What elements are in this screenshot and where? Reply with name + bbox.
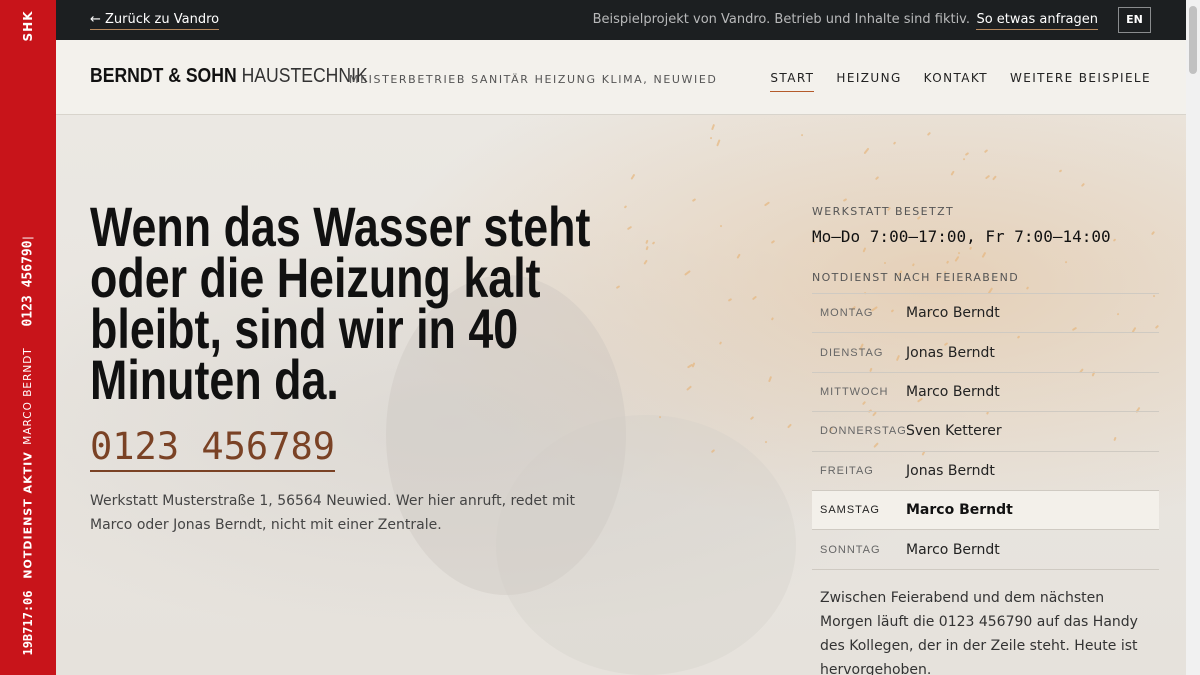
workshop-label: WERKSTATT BESETZT [812, 205, 955, 218]
workshop-hours: Mo–Do 7:00–17:00, Fr 7:00–14:00 [812, 227, 1111, 246]
spark-particle [630, 174, 635, 180]
spark-particle [686, 384, 693, 391]
spark-particle [770, 240, 775, 245]
disclaimer-text: Beispielprojekt von Vandro. Betrieb und … [592, 12, 970, 27]
scrollbar[interactable] [1186, 0, 1200, 675]
schedule-name: Jonas Berndt [906, 462, 995, 479]
hero-headline: Wenn das Wasser steht oder die Heizung k… [90, 195, 591, 411]
spark-particle [651, 241, 656, 246]
spark-particle [892, 141, 897, 146]
schedule-row: SONNTAG Marco Berndt [812, 530, 1159, 570]
oncall-panel: WERKSTATT BESETZT Mo–Do 7:00–17:00, Fr 7… [812, 205, 1159, 675]
schedule-name: Marco Berndt [906, 502, 1013, 519]
spark-particle [644, 239, 649, 245]
spark-particle [710, 123, 715, 131]
spark-particle [715, 139, 721, 146]
spark-particle [615, 284, 621, 289]
nav-heizung[interactable]: HEIZUNG [836, 71, 901, 92]
brand-logo[interactable]: BERNDT & SOHN HAUSTECHNIK [90, 65, 368, 88]
notdienst-label: NOTDIENST NACH FEIERABEND [812, 271, 1020, 284]
spark-particle [710, 136, 714, 140]
schedule-row: DIENSTAG Jonas Berndt [812, 333, 1159, 373]
schedule-row: DONNERSTAG Sven Ketterer [812, 412, 1159, 452]
spark-particle [842, 197, 847, 202]
language-button[interactable]: EN [1118, 7, 1151, 33]
spark-particle [691, 197, 697, 202]
spark-particle [984, 174, 991, 180]
schedule-name: Marco Berndt [906, 383, 1000, 400]
rail-status: NOTDIENST AKTIV [21, 451, 35, 579]
rail-phone-number: 0123 456790 [20, 240, 36, 327]
spark-particle [949, 170, 955, 177]
schedule-name: Sven Ketterer [906, 423, 1002, 440]
spark-particle [623, 205, 627, 209]
spark-particle [768, 375, 773, 383]
spark-particle [749, 415, 755, 420]
nav-weitere-beispiele[interactable]: WEITERE BEISPIELE [1010, 71, 1151, 92]
spark-particle [718, 341, 723, 345]
schedule-name: Jonas Berndt [906, 344, 995, 361]
hero-phone-link[interactable]: 0123 456789 [90, 425, 336, 472]
schedule-name: Marco Berndt [906, 305, 1000, 322]
rail-time: 19B717:06 [21, 590, 35, 656]
spark-particle [626, 226, 632, 231]
schedule-row: MONTAG Marco Berndt [812, 294, 1159, 334]
spark-particle [751, 295, 757, 301]
spark-particle [926, 131, 931, 136]
brand-name: BERNDT & SOHN [90, 65, 237, 87]
rail-oncall-name: MARCO BERNDT [22, 347, 34, 445]
spark-particle [800, 133, 804, 137]
rail-phone-divider [22, 237, 34, 239]
spark-particle [787, 423, 792, 429]
spark-particle [736, 253, 742, 259]
spark-particle [645, 245, 649, 251]
schedule-note: Zwischen Feierabend und dem nächsten Mor… [820, 589, 1138, 675]
back-to-vandro-link[interactable]: ← Zurück zu Vandro [90, 12, 220, 30]
spark-particle [719, 224, 723, 228]
spark-particle [764, 440, 768, 444]
main-nav: START HEIZUNG KONTAKT WEITERE BEISPIELE [770, 71, 1151, 92]
hero-address: Werkstatt Musterstraße 1, 56564 Neuwied.… [90, 493, 575, 533]
schedule-day: DONNERSTAG [820, 425, 907, 438]
spark-particle [643, 259, 648, 265]
spark-particle [962, 157, 966, 161]
spark-particle [965, 152, 970, 157]
spark-particle [763, 201, 770, 207]
schedule-row: SAMSTAG Marco Berndt [812, 490, 1159, 531]
schedule-row: MITTWOCH Marco Berndt [812, 373, 1159, 413]
site-header: BERNDT & SOHN HAUSTECHNIK MEISTERBETRIEB… [56, 40, 1186, 115]
schedule-day: MITTWOCH [820, 385, 889, 398]
top-bar: ← Zurück zu Vandro Beispielprojekt von V… [56, 0, 1186, 40]
schedule-day: DIENSTAG [820, 346, 884, 359]
schedule-row: FREITAG Jonas Berndt [812, 452, 1159, 491]
schedule-day: MONTAG [820, 307, 874, 320]
spark-particle [984, 149, 989, 154]
schedule-day: SAMSTAG [820, 504, 880, 517]
schedule-name: Marco Berndt [906, 541, 1000, 558]
spark-particle [992, 175, 998, 181]
spark-particle [1058, 169, 1062, 173]
spark-particle [770, 317, 774, 321]
rail-shk-label: SHK [21, 10, 35, 42]
left-rail: SHK 0123 456790 MARCO BERNDT NOTDIENST A… [0, 0, 56, 675]
schedule-day: SONNTAG [820, 543, 881, 556]
request-link[interactable]: So etwas anfragen [976, 12, 1098, 30]
hero-section: Wenn das Wasser steht oder die Heizung k… [56, 115, 1186, 675]
spark-particle [863, 147, 869, 155]
spark-particle [727, 298, 732, 302]
nav-kontakt[interactable]: KONTAKT [924, 71, 988, 92]
rail-phone[interactable]: 0123 456790 [20, 237, 36, 327]
background-photo-workpiece [496, 415, 796, 675]
notdienst-schedule: MONTAG Marco Berndt DIENSTAG Jonas Berndt MI… [812, 293, 1159, 570]
spark-particle [875, 175, 880, 180]
tagline: MEISTERBETRIEB SANITÄR HEIZUNG KLIMA, NE… [349, 73, 718, 86]
nav-start[interactable]: START [770, 71, 815, 92]
spark-particle [683, 269, 691, 276]
scrollbar-thumb[interactable] [1189, 6, 1197, 74]
spark-particle [691, 362, 696, 368]
spark-particle [1080, 182, 1085, 187]
schedule-day: FREITAG [820, 464, 874, 477]
